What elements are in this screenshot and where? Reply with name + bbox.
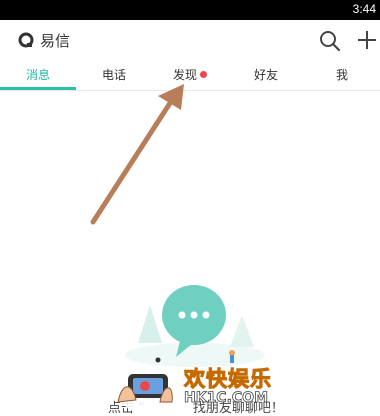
watermark-site: HK1C.COM [184,390,269,407]
watermark-title: 欢快娱乐 [184,367,272,392]
